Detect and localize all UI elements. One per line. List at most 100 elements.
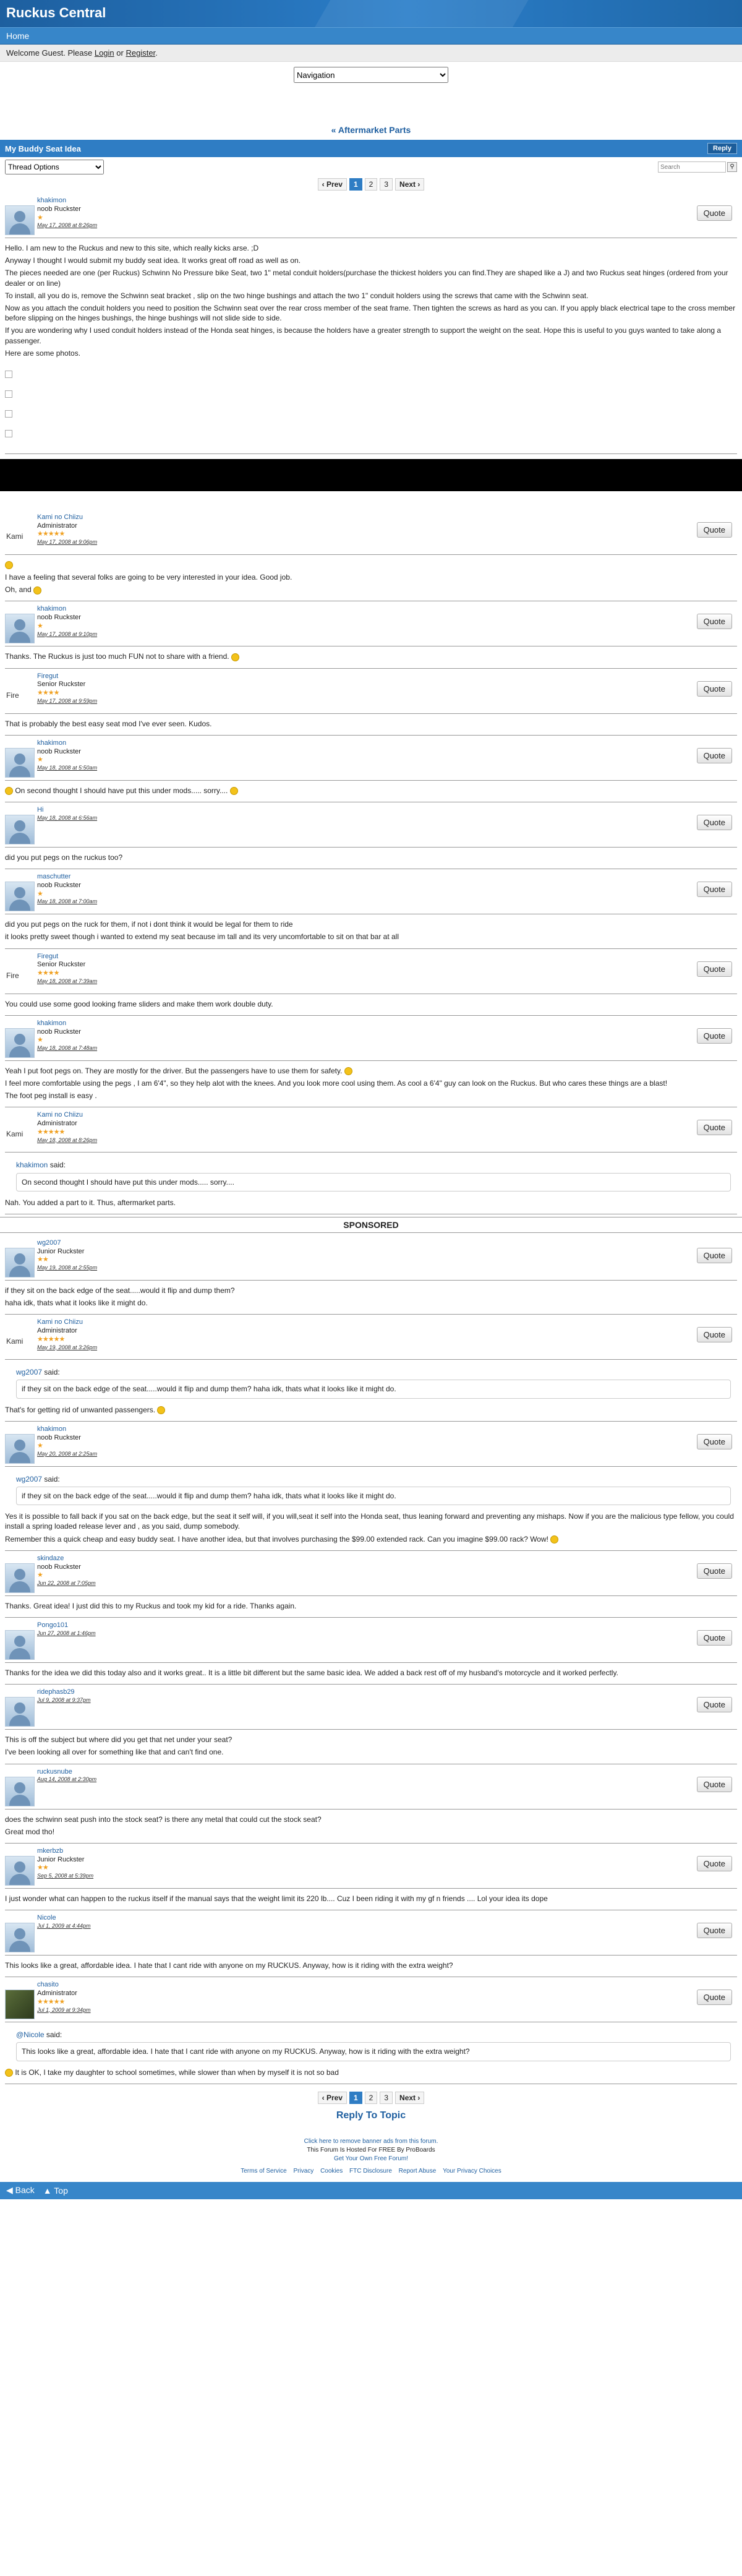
prev-page-button[interactable]: ‹ Prev	[317, 178, 347, 191]
avatar[interactable]	[5, 1697, 35, 1727]
username-link[interactable]: maschutter	[37, 873, 97, 882]
avatar[interactable]	[5, 815, 35, 844]
avatar[interactable]	[5, 1855, 35, 1886]
quote-button[interactable]: Quote	[696, 1855, 732, 1871]
quote-button[interactable]: Quote	[696, 1120, 732, 1136]
avatar[interactable]: Fire	[5, 961, 35, 991]
quote-button[interactable]: Quote	[696, 747, 732, 763]
quote-button[interactable]: Quote	[696, 882, 732, 898]
search-input[interactable]	[658, 161, 726, 173]
quote-button[interactable]: Quote	[696, 1433, 732, 1449]
avatar[interactable]	[5, 882, 35, 912]
quote-button[interactable]: Quote	[696, 1028, 732, 1044]
post-date-link[interactable]: May 18, 2008 at 5:50am	[37, 765, 97, 771]
post-date-link[interactable]: May 17, 2008 at 9:59pm	[37, 698, 97, 705]
post-date-link[interactable]: May 17, 2008 at 8:26pm	[37, 222, 97, 229]
username-link[interactable]: chasito	[37, 1981, 91, 1990]
username-link[interactable]: wg2007	[37, 1239, 97, 1248]
username-link[interactable]: mkerbzb	[37, 1847, 93, 1856]
post-date-link[interactable]: Aug 14, 2008 at 2:30pm	[37, 1776, 96, 1783]
top-button[interactable]: ▲ Top	[43, 2186, 68, 2196]
avatar[interactable]	[5, 747, 35, 778]
login-link[interactable]: Login	[95, 48, 114, 58]
avatar[interactable]: Fire	[5, 680, 35, 711]
quote-button[interactable]: Quote	[696, 1629, 732, 1646]
terms-link[interactable]: Terms of Service	[241, 2168, 286, 2175]
avatar[interactable]	[5, 205, 35, 235]
username-link[interactable]: Kami no Chiizu	[37, 1111, 97, 1120]
avatar[interactable]: Kami	[5, 1120, 35, 1150]
quoted-user-link[interactable]: wg2007	[16, 1368, 42, 1376]
quote-button[interactable]: Quote	[696, 961, 732, 977]
quote-button[interactable]: Quote	[696, 1923, 732, 1939]
post-date-link[interactable]: May 19, 2008 at 3:26pm	[37, 1344, 97, 1351]
username-link[interactable]: khakimon	[37, 1020, 97, 1028]
next-page-button[interactable]: Next ›	[395, 178, 425, 191]
quote-button[interactable]: Quote	[696, 1697, 732, 1713]
search-icon[interactable]: ⚲	[727, 162, 737, 172]
post-date-link[interactable]: Jul 9, 2008 at 9:37pm	[37, 1697, 91, 1704]
avatar[interactable]	[5, 1629, 35, 1660]
post-date-link[interactable]: May 17, 2008 at 9:10pm	[37, 631, 97, 638]
post-date-link[interactable]: Sep 5, 2008 at 5:39pm	[37, 1873, 93, 1879]
avatar[interactable]: Kami	[5, 1327, 35, 1357]
username-link[interactable]: Nicole	[37, 1914, 91, 1923]
privacy-choices-link[interactable]: Your Privacy Choices	[443, 2168, 501, 2175]
username-link[interactable]: ruckusnube	[37, 1768, 96, 1777]
post-date-link[interactable]: May 20, 2008 at 2:25am	[37, 1451, 97, 1458]
quote-button[interactable]: Quote	[696, 815, 732, 830]
page-2-button[interactable]: 2	[364, 2091, 378, 2104]
reply-to-topic-link[interactable]: Reply To Topic	[0, 2106, 742, 2125]
cookies-link[interactable]: Cookies	[320, 2168, 343, 2175]
post-date-link[interactable]: May 18, 2008 at 6:56am	[37, 815, 97, 822]
aftermarket-parts-link[interactable]: « Aftermarket Parts	[331, 125, 411, 135]
quote-button[interactable]: Quote	[696, 522, 732, 538]
next-page-button[interactable]: Next ›	[395, 2091, 425, 2104]
quote-button[interactable]: Quote	[696, 1327, 732, 1343]
avatar[interactable]	[5, 614, 35, 644]
post-date-link[interactable]: Jul 1, 2009 at 9:34pm	[37, 2007, 91, 2014]
post-date-link[interactable]: Jun 22, 2008 at 7:05pm	[37, 1580, 96, 1587]
quote-button[interactable]: Quote	[696, 1247, 732, 1263]
quote-button[interactable]: Quote	[696, 1563, 732, 1579]
avatar[interactable]	[5, 1563, 35, 1593]
avatar[interactable]	[5, 1776, 35, 1806]
username-link[interactable]: Pongo101	[37, 1621, 96, 1630]
site-title[interactable]: Ruckus Central	[6, 5, 106, 20]
reply-button[interactable]: Reply	[707, 143, 737, 154]
register-link[interactable]: Register	[126, 48, 155, 58]
post-date-link[interactable]: May 18, 2008 at 7:48am	[37, 1045, 97, 1052]
avatar[interactable]	[5, 1028, 35, 1058]
nav-home-link[interactable]: Home	[6, 31, 29, 41]
quoted-user-link[interactable]: @Nicole	[16, 2030, 45, 2039]
avatar[interactable]	[5, 1433, 35, 1464]
post-date-link[interactable]: Jul 1, 2009 at 4:44pm	[37, 1923, 91, 1930]
free-forum-link[interactable]: Get Your Own Free Forum!	[334, 2155, 408, 2162]
quoted-user-link[interactable]: wg2007	[16, 1475, 42, 1483]
back-button[interactable]: ◀ Back	[6, 2185, 35, 2196]
page-1-button[interactable]: 1	[349, 2091, 362, 2104]
page-3-button[interactable]: 3	[380, 2091, 393, 2104]
post-date-link[interactable]: May 18, 2008 at 7:39am	[37, 978, 97, 985]
ftc-link[interactable]: FTC Disclosure	[349, 2168, 392, 2175]
post-date-link[interactable]: May 18, 2008 at 7:00am	[37, 898, 97, 905]
avatar[interactable]	[5, 1990, 35, 2020]
quote-button[interactable]: Quote	[696, 680, 732, 697]
quote-button[interactable]: Quote	[696, 1990, 732, 2006]
username-link[interactable]: Hi	[37, 806, 97, 815]
thread-options-select[interactable]: Thread Options	[5, 160, 104, 174]
username-link[interactable]: Kami no Chiizu	[37, 1318, 97, 1327]
page-2-button[interactable]: 2	[364, 178, 378, 191]
report-abuse-link[interactable]: Report Abuse	[399, 2168, 437, 2175]
post-date-link[interactable]: Jun 27, 2008 at 1:46pm	[37, 1630, 96, 1637]
username-link[interactable]: Firegut	[37, 672, 97, 681]
avatar[interactable]: Kami	[5, 522, 35, 552]
post-date-link[interactable]: May 19, 2008 at 2:55pm	[37, 1264, 97, 1271]
page-1-button[interactable]: 1	[349, 178, 362, 191]
page-3-button[interactable]: 3	[380, 178, 393, 191]
username-link[interactable]: Kami no Chiizu	[37, 513, 97, 522]
avatar[interactable]	[5, 1247, 35, 1277]
username-link[interactable]: khakimon	[37, 1425, 97, 1434]
avatar[interactable]	[5, 1923, 35, 1953]
privacy-link[interactable]: Privacy	[293, 2168, 313, 2175]
